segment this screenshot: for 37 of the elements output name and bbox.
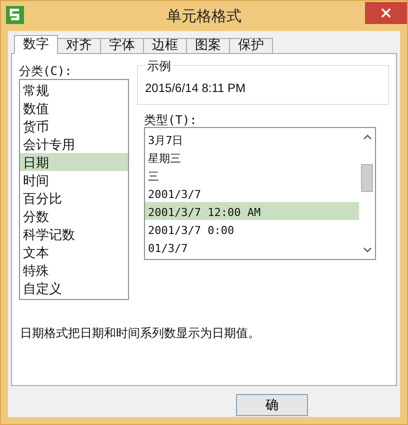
window-title: 单元格格式 xyxy=(166,7,242,26)
category-item[interactable]: 科学记数 xyxy=(20,225,128,243)
scroll-thumb[interactable] xyxy=(361,164,373,192)
tab[interactable]: 数字 xyxy=(14,35,58,54)
category-item[interactable]: 自定义 xyxy=(20,279,128,297)
tab[interactable]: 图案 xyxy=(186,38,230,54)
type-item[interactable]: 星期三 xyxy=(145,148,359,166)
category-item[interactable]: 数值 xyxy=(20,99,128,117)
tab[interactable]: 对齐 xyxy=(57,38,101,54)
tab[interactable]: 字体 xyxy=(100,38,144,54)
category-item[interactable]: 常规 xyxy=(20,81,128,99)
category-item[interactable]: 时间 xyxy=(20,171,128,189)
category-item[interactable]: 百分比 xyxy=(20,189,128,207)
category-label: 分类(C): xyxy=(19,63,73,78)
type-item[interactable]: 3月7日 xyxy=(145,130,359,148)
close-button[interactable] xyxy=(365,2,407,24)
type-item[interactable]: 2001/3/7 12:00 AM xyxy=(145,202,359,220)
close-icon xyxy=(381,8,391,18)
type-item[interactable]: 三 xyxy=(145,166,359,184)
scroll-up-icon xyxy=(362,134,372,140)
category-item[interactable]: 货币 xyxy=(20,117,128,135)
type-label: 类型(T): xyxy=(144,112,198,127)
tab[interactable]: 保护 xyxy=(229,38,273,54)
app-logo-icon xyxy=(6,6,24,24)
scroll-down-icon xyxy=(362,247,372,253)
category-item[interactable]: 分数 xyxy=(20,207,128,225)
category-item[interactable]: 文本 xyxy=(20,243,128,261)
category-item[interactable]: 特殊 xyxy=(20,261,128,279)
type-item[interactable]: 01/3/7 xyxy=(145,238,359,256)
sample-label: 示例 xyxy=(145,58,173,75)
category-item[interactable]: 日期 xyxy=(20,153,128,171)
type-item[interactable]: 2001/3/7 0:00 xyxy=(145,220,359,238)
description-text: 日期格式把日期和时间系列数显示为日期值。 xyxy=(20,325,261,342)
type-item[interactable]: 2001/3/7 xyxy=(145,184,359,202)
ok-button[interactable]: 确 xyxy=(236,394,308,416)
category-item[interactable]: 会计专用 xyxy=(20,135,128,153)
sample-value: 2015/6/14 8:11 PM xyxy=(145,81,247,95)
